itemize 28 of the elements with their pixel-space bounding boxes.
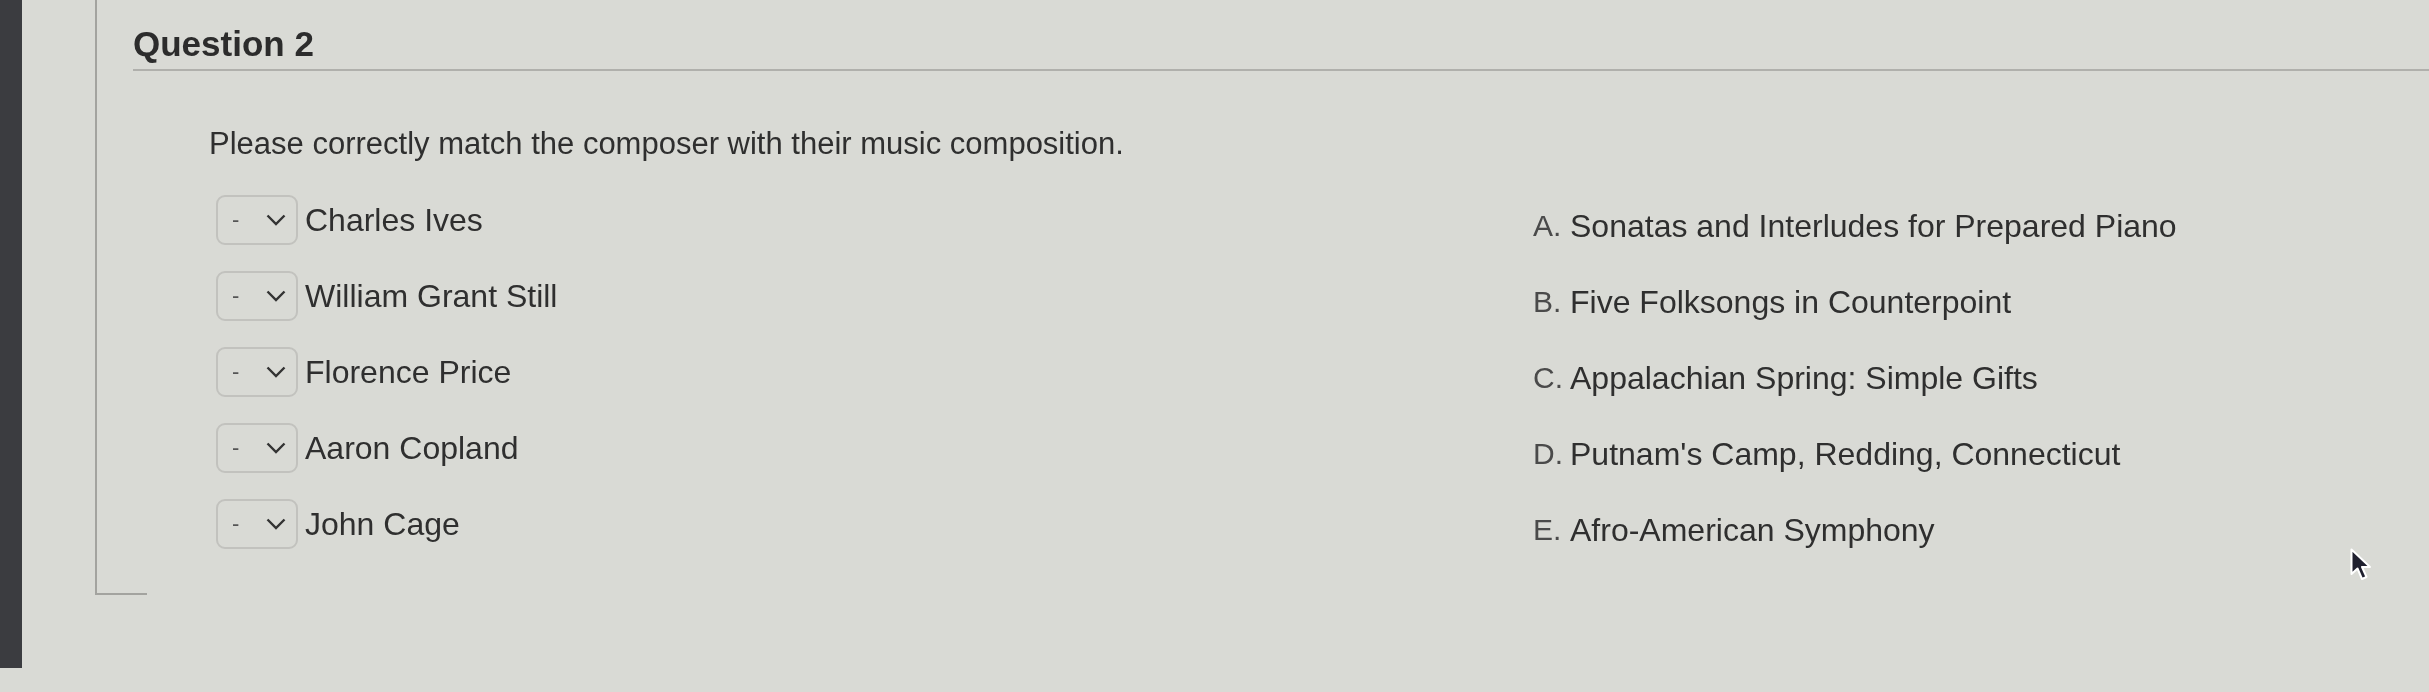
chevron-down-icon — [266, 518, 286, 530]
option-text: Putnam's Camp, Redding, Connecticut — [1570, 435, 2121, 473]
option-letter: B. — [1533, 284, 1563, 320]
composer-label: Aaron Copland — [305, 429, 519, 467]
composer-label: Charles Ives — [305, 201, 483, 239]
chevron-down-icon — [266, 214, 286, 226]
answer-dropdown[interactable]: - — [216, 195, 298, 245]
chevron-down-icon — [266, 366, 286, 378]
mouse-pointer-icon — [2350, 548, 2372, 582]
option-text: Five Folksongs in Counterpoint — [1570, 283, 2012, 321]
option-text: Afro-American Symphony — [1570, 511, 1935, 549]
question-prompt: Please correctly match the composer with their music composition. — [209, 125, 1124, 163]
option-letter: E. — [1533, 512, 1563, 548]
answer-dropdown[interactable]: - — [216, 271, 298, 321]
composer-label: Florence Price — [305, 353, 512, 391]
answer-dropdown[interactable]: - — [216, 347, 298, 397]
option-letter: D. — [1533, 436, 1564, 472]
option-letter: C. — [1533, 360, 1564, 396]
option-text: Sonatas and Interludes for Prepared Piano — [1570, 207, 2177, 245]
chevron-down-icon — [266, 290, 286, 302]
option-letter: A. — [1533, 208, 1563, 244]
answer-dropdown[interactable]: - — [216, 499, 298, 549]
chevron-down-icon — [266, 442, 286, 454]
composer-label: John Cage — [305, 505, 460, 543]
option-text: Appalachian Spring: Simple Gifts — [1570, 359, 2038, 397]
composer-label: William Grant Still — [305, 277, 558, 315]
answer-dropdown[interactable]: - — [216, 423, 298, 473]
question-title: Question 2 — [133, 24, 314, 64]
